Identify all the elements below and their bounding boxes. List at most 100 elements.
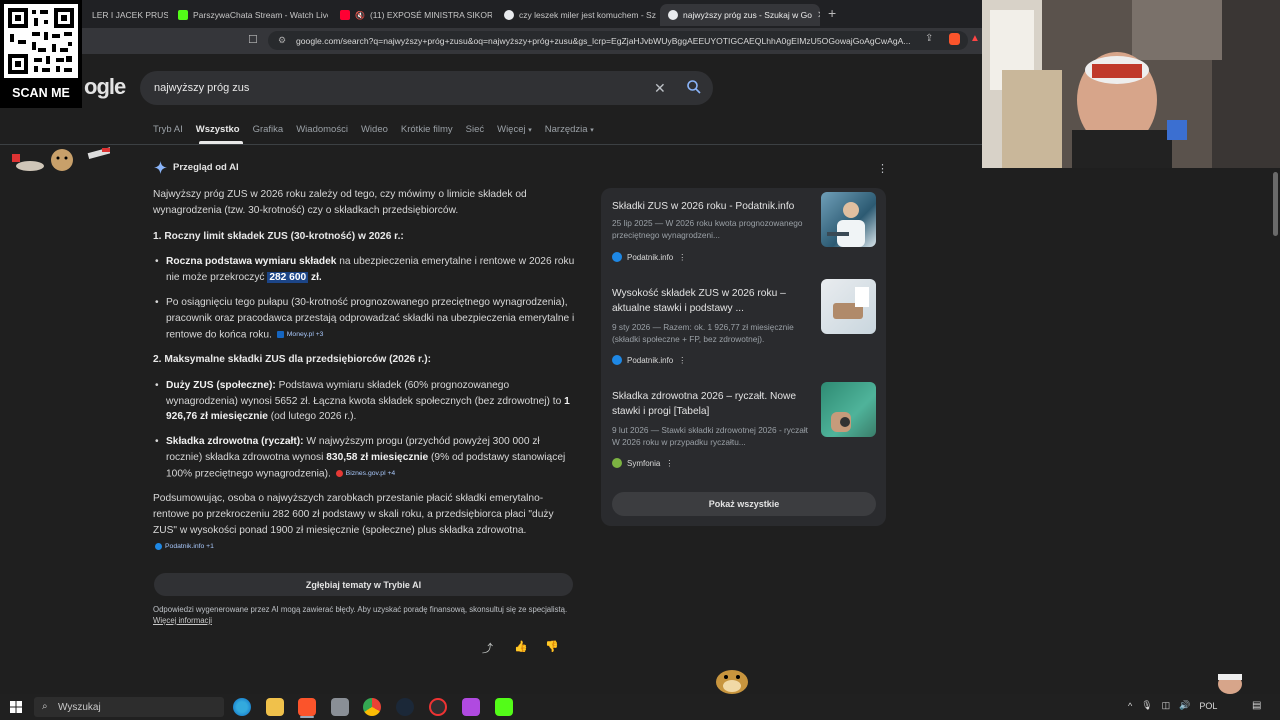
tab-ai-mode[interactable]: Tryb AI	[153, 124, 183, 135]
language-indicator[interactable]: POL	[1199, 701, 1217, 711]
browser-tab[interactable]: LER I JACEK PRUSINO	[84, 4, 168, 26]
tab-tools[interactable]: Narzędzia ▾	[545, 124, 594, 135]
clear-search-icon[interactable]: ✕	[654, 80, 666, 97]
browser-tab-active[interactable]: najwyższy próg zus - Szukaj w Go ✕	[660, 4, 820, 26]
kick-icon[interactable]	[495, 698, 513, 716]
thumbs-down-icon[interactable]: 👎	[545, 640, 559, 653]
tab-web[interactable]: Sieć	[466, 124, 484, 135]
source-chip[interactable]: Biznes.gov.pl +4	[335, 466, 395, 482]
new-tab-button[interactable]: +	[828, 5, 836, 21]
tab-title: LER I JACEK PRUSINO	[92, 10, 168, 20]
browser-tab[interactable]: czy leszek miler jest komuchem - Szu	[496, 4, 656, 26]
source-card[interactable]: Wysokość składek ZUS w 2026 roku – aktua…	[612, 279, 882, 368]
browser-tab[interactable]: 🔇 (11) EXPOSÉ MINISTRA SIKORSKI	[332, 4, 492, 26]
brave-icon[interactable]	[298, 698, 316, 716]
tab-short-videos[interactable]: Krótkie filmy	[401, 124, 453, 135]
ai-heading-2: 2. Maksymalne składki ZUS dla przedsiębi…	[153, 353, 432, 365]
browser-tab[interactable]: ParszywaChata Stream - Watch Live o	[170, 4, 328, 26]
app-icon[interactable]	[331, 698, 349, 716]
search-icon: ⌕	[42, 701, 48, 712]
bullet-bold: Roczna podstawa wymiaru składek	[166, 256, 337, 268]
site-info-icon[interactable]: ⚙	[278, 35, 288, 46]
list-item: Roczna podstawa wymiaru składek na ubezp…	[153, 254, 578, 286]
source-chip-label: Podatnik.info +1	[165, 542, 214, 550]
file-explorer-icon[interactable]	[266, 698, 284, 716]
volume-icon[interactable]: 🔊	[1179, 700, 1190, 711]
steam-icon[interactable]	[396, 698, 414, 716]
ai-overview-body: Najwyższy próg ZUS w 2026 roku zależy od…	[153, 187, 578, 565]
more-options-icon[interactable]: ⋮	[877, 162, 888, 175]
biznes-gov-icon	[335, 470, 343, 478]
bullet-end: zł.	[308, 272, 322, 284]
youtube-icon	[340, 10, 350, 20]
kick-icon	[178, 10, 188, 20]
tab-video[interactable]: Wideo	[361, 124, 388, 135]
notifications-icon[interactable]: ▤	[1252, 700, 1261, 711]
source-site[interactable]: Podatnik.info ⋮	[612, 252, 686, 262]
thumbs-up-icon[interactable]: 👍	[514, 640, 528, 653]
close-tab-icon[interactable]: ✕	[817, 10, 820, 21]
source-chip[interactable]: Money.pl +3	[276, 327, 324, 343]
tab-news[interactable]: Wiadomości	[296, 124, 348, 135]
source-title[interactable]: Składka zdrowotna 2026 – ryczałt. Nowe s…	[612, 389, 817, 419]
brave-rewards-icon[interactable]: ▲	[970, 33, 980, 44]
network-icon[interactable]: ◫	[1162, 700, 1171, 711]
bookmark-icon[interactable]: ☐	[248, 33, 258, 46]
edge-icon[interactable]	[233, 698, 251, 716]
hamster-emote-icon	[716, 670, 748, 694]
chevron-up-icon[interactable]: ^	[1128, 701, 1132, 711]
more-info-link[interactable]: Więcej informacji	[153, 616, 212, 625]
list-item: Duży ZUS (społeczne): Podstawa wymiaru s…	[153, 378, 578, 425]
ai-sparkle-icon	[154, 161, 167, 174]
site-name: Podatnik.info	[627, 252, 674, 262]
source-title[interactable]: Składki ZUS w 2026 roku - Podatnik.info	[612, 199, 817, 214]
bullet-text: Po osiągnięciu tego pułapu (30-krotność …	[166, 296, 575, 341]
highlighted-value: 282 600	[267, 272, 309, 284]
tab-more[interactable]: Więcej ▾	[497, 124, 532, 135]
source-title[interactable]: Wysokość składek ZUS w 2026 roku – aktua…	[612, 286, 817, 316]
chrome-icon[interactable]	[363, 698, 381, 716]
qr-overlay: SCAN ME	[0, 0, 82, 108]
source-chip-label: Money.pl +3	[286, 330, 324, 338]
source-snippet: 9 lut 2026 — Stawki składki zdrowotnej 2…	[612, 425, 808, 448]
source-site[interactable]: Symfonia ⋮	[612, 458, 673, 468]
more-options-icon[interactable]: ⋮	[678, 356, 686, 365]
source-card[interactable]: Składki ZUS w 2026 roku - Podatnik.info …	[612, 192, 882, 271]
podatnik-icon	[155, 542, 162, 550]
share-icon[interactable]: ⇪	[925, 33, 933, 44]
app-icon[interactable]	[462, 698, 480, 716]
taskbar-search-input[interactable]: ⌕ Wyszukaj	[34, 697, 224, 717]
ai-disclaimer: Odpowiedzi wygenerowane przez AI mogą za…	[153, 604, 573, 626]
source-card[interactable]: Składka zdrowotna 2026 – ryczałt. Nowe s…	[612, 382, 882, 471]
show-all-button[interactable]: Pokaż wszystkie	[612, 492, 876, 516]
tab-images[interactable]: Grafika	[253, 124, 284, 135]
bullet-bold: 830,58 zł miesięcznie	[326, 451, 429, 463]
google-logo[interactable]: ogle	[84, 74, 126, 100]
site-favicon-icon	[612, 355, 622, 365]
source-site[interactable]: Podatnik.info ⋮	[612, 355, 686, 365]
site-name: Symfonia	[627, 458, 661, 468]
search-icon[interactable]	[686, 79, 702, 95]
share-icon[interactable]: ⤴	[482, 640, 493, 656]
page-scrollbar[interactable]	[1271, 168, 1280, 695]
obs-icon[interactable]	[429, 698, 447, 716]
scrollbar-thumb[interactable]	[1273, 172, 1278, 236]
source-thumbnail[interactable]	[821, 382, 876, 437]
source-thumbnail[interactable]	[821, 192, 876, 247]
tab-all[interactable]: Wszystko	[196, 124, 240, 135]
search-query: najwyższy próg zus	[154, 82, 250, 94]
site-favicon-icon	[612, 458, 622, 468]
qr-label: SCAN ME	[12, 86, 70, 100]
microphone-icon[interactable]: 🎙	[1141, 700, 1152, 711]
more-options-icon[interactable]: ⋮	[665, 459, 673, 468]
brave-shield-icon[interactable]	[949, 33, 960, 45]
address-bar[interactable]: ⚙ google.com/search?q=najwyższy+próg+zus…	[268, 31, 968, 50]
search-input[interactable]: najwyższy próg zus	[140, 71, 713, 105]
source-thumbnail[interactable]	[821, 279, 876, 334]
site-favicon-icon	[612, 252, 622, 262]
source-chip[interactable]: Podatnik.info +1	[155, 539, 214, 555]
site-name: Podatnik.info	[627, 355, 674, 365]
windows-start-icon[interactable]	[10, 701, 22, 713]
more-options-icon[interactable]: ⋮	[678, 253, 686, 262]
deep-dive-ai-mode-button[interactable]: Zgłębiaj tematy w Trybie AI	[154, 573, 573, 596]
